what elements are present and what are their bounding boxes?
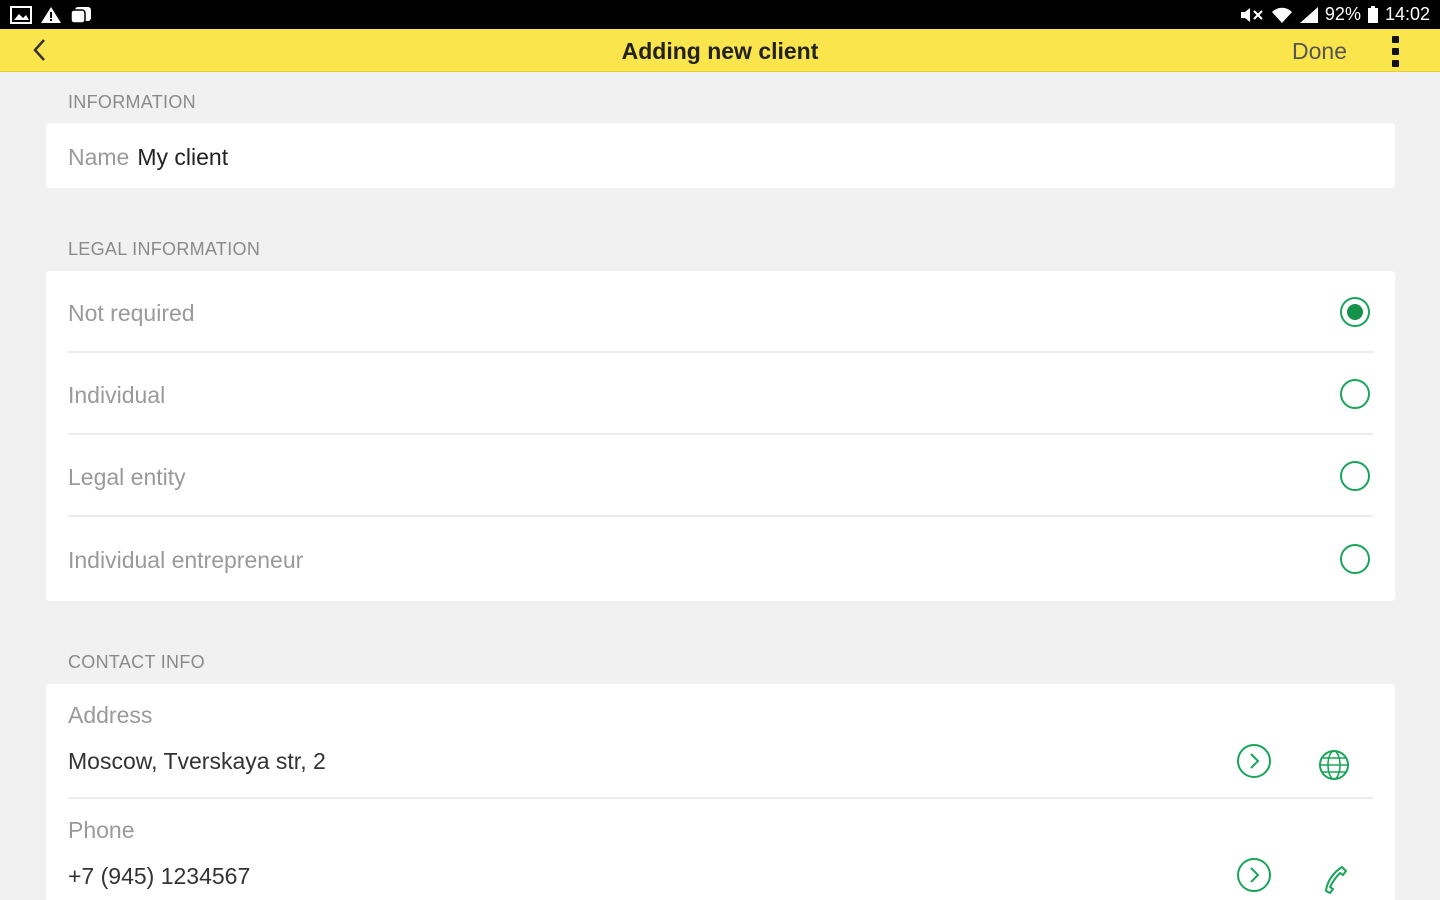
app-notification-icon (70, 6, 91, 24)
phone-row[interactable]: Phone +7 (945) 1234567 (68, 799, 1373, 900)
phone-go-button[interactable] (1236, 857, 1272, 893)
chevron-circle-icon (1237, 858, 1271, 892)
radio-selected-icon[interactable] (1340, 297, 1370, 327)
more-dot-icon (1392, 60, 1399, 67)
address-go-button[interactable] (1236, 743, 1272, 779)
mute-icon (1240, 7, 1263, 22)
page-title: Adding new client (621, 38, 819, 64)
legal-option-label: Individual entrepreneur (68, 547, 304, 573)
phone-value[interactable]: +7 (945) 1234567 (68, 863, 250, 890)
status-notifications (10, 5, 92, 24)
radio-unselected-icon[interactable] (1340, 461, 1370, 491)
status-bar: 92% 14:02 (0, 0, 1440, 29)
name-value[interactable]: My client (137, 144, 228, 170)
legal-option-label: Legal entity (68, 464, 186, 490)
battery-percent: 92% (1324, 4, 1361, 24)
radio-unselected-icon[interactable] (1340, 379, 1370, 409)
globe-icon (1319, 750, 1349, 780)
battery-icon (1367, 5, 1378, 23)
name-field[interactable]: Name My client (68, 123, 228, 188)
legal-option-label: Individual (68, 382, 166, 408)
section-header-information: INFORMATION (68, 92, 196, 112)
phone-icon (1325, 866, 1347, 894)
more-dot-icon (1392, 36, 1399, 43)
divider (68, 515, 1373, 517)
chevron-left-icon (33, 39, 45, 61)
map-button[interactable] (1317, 748, 1351, 782)
app-toolbar: Adding new client Done (0, 29, 1440, 72)
status-time: 14:02 (1384, 4, 1430, 24)
phone-label: Phone (68, 817, 135, 843)
more-dot-icon (1392, 48, 1399, 55)
signal-icon (1299, 6, 1318, 23)
address-label: Address (68, 702, 153, 728)
address-row[interactable]: Address Moscow, Tverskaya str, 2 (68, 684, 1373, 799)
legal-option-not-required[interactable]: Not required (68, 271, 1373, 353)
call-button[interactable] (1317, 863, 1351, 897)
address-value[interactable]: Moscow, Tverskaya str, 2 (68, 748, 326, 775)
legal-option-label: Not required (68, 300, 195, 326)
legal-option-individual-entrepreneur[interactable]: Individual entrepreneur (68, 518, 1373, 600)
gallery-icon (10, 5, 32, 24)
warning-icon (41, 6, 61, 23)
radio-unselected-icon[interactable] (1340, 544, 1370, 574)
section-header-contact: CONTACT INFO (68, 652, 205, 672)
wifi-icon (1271, 7, 1292, 23)
legal-option-legal-entity[interactable]: Legal entity (68, 435, 1373, 517)
information-card: Name My client (46, 123, 1395, 188)
name-label: Name (68, 144, 130, 170)
legal-option-individual[interactable]: Individual (68, 353, 1373, 435)
status-system: 92% 14:02 (1239, 4, 1430, 25)
done-button[interactable]: Done (1284, 29, 1355, 72)
more-options-button[interactable] (1386, 33, 1406, 69)
contact-card: Address Moscow, Tverskaya str, 2 Phone +… (46, 684, 1395, 900)
legal-card: Not required Individual Legal entity Ind… (46, 271, 1395, 601)
section-header-legal: LEGAL INFORMATION (68, 239, 261, 259)
chevron-circle-icon (1237, 744, 1271, 778)
back-button[interactable] (28, 37, 54, 63)
